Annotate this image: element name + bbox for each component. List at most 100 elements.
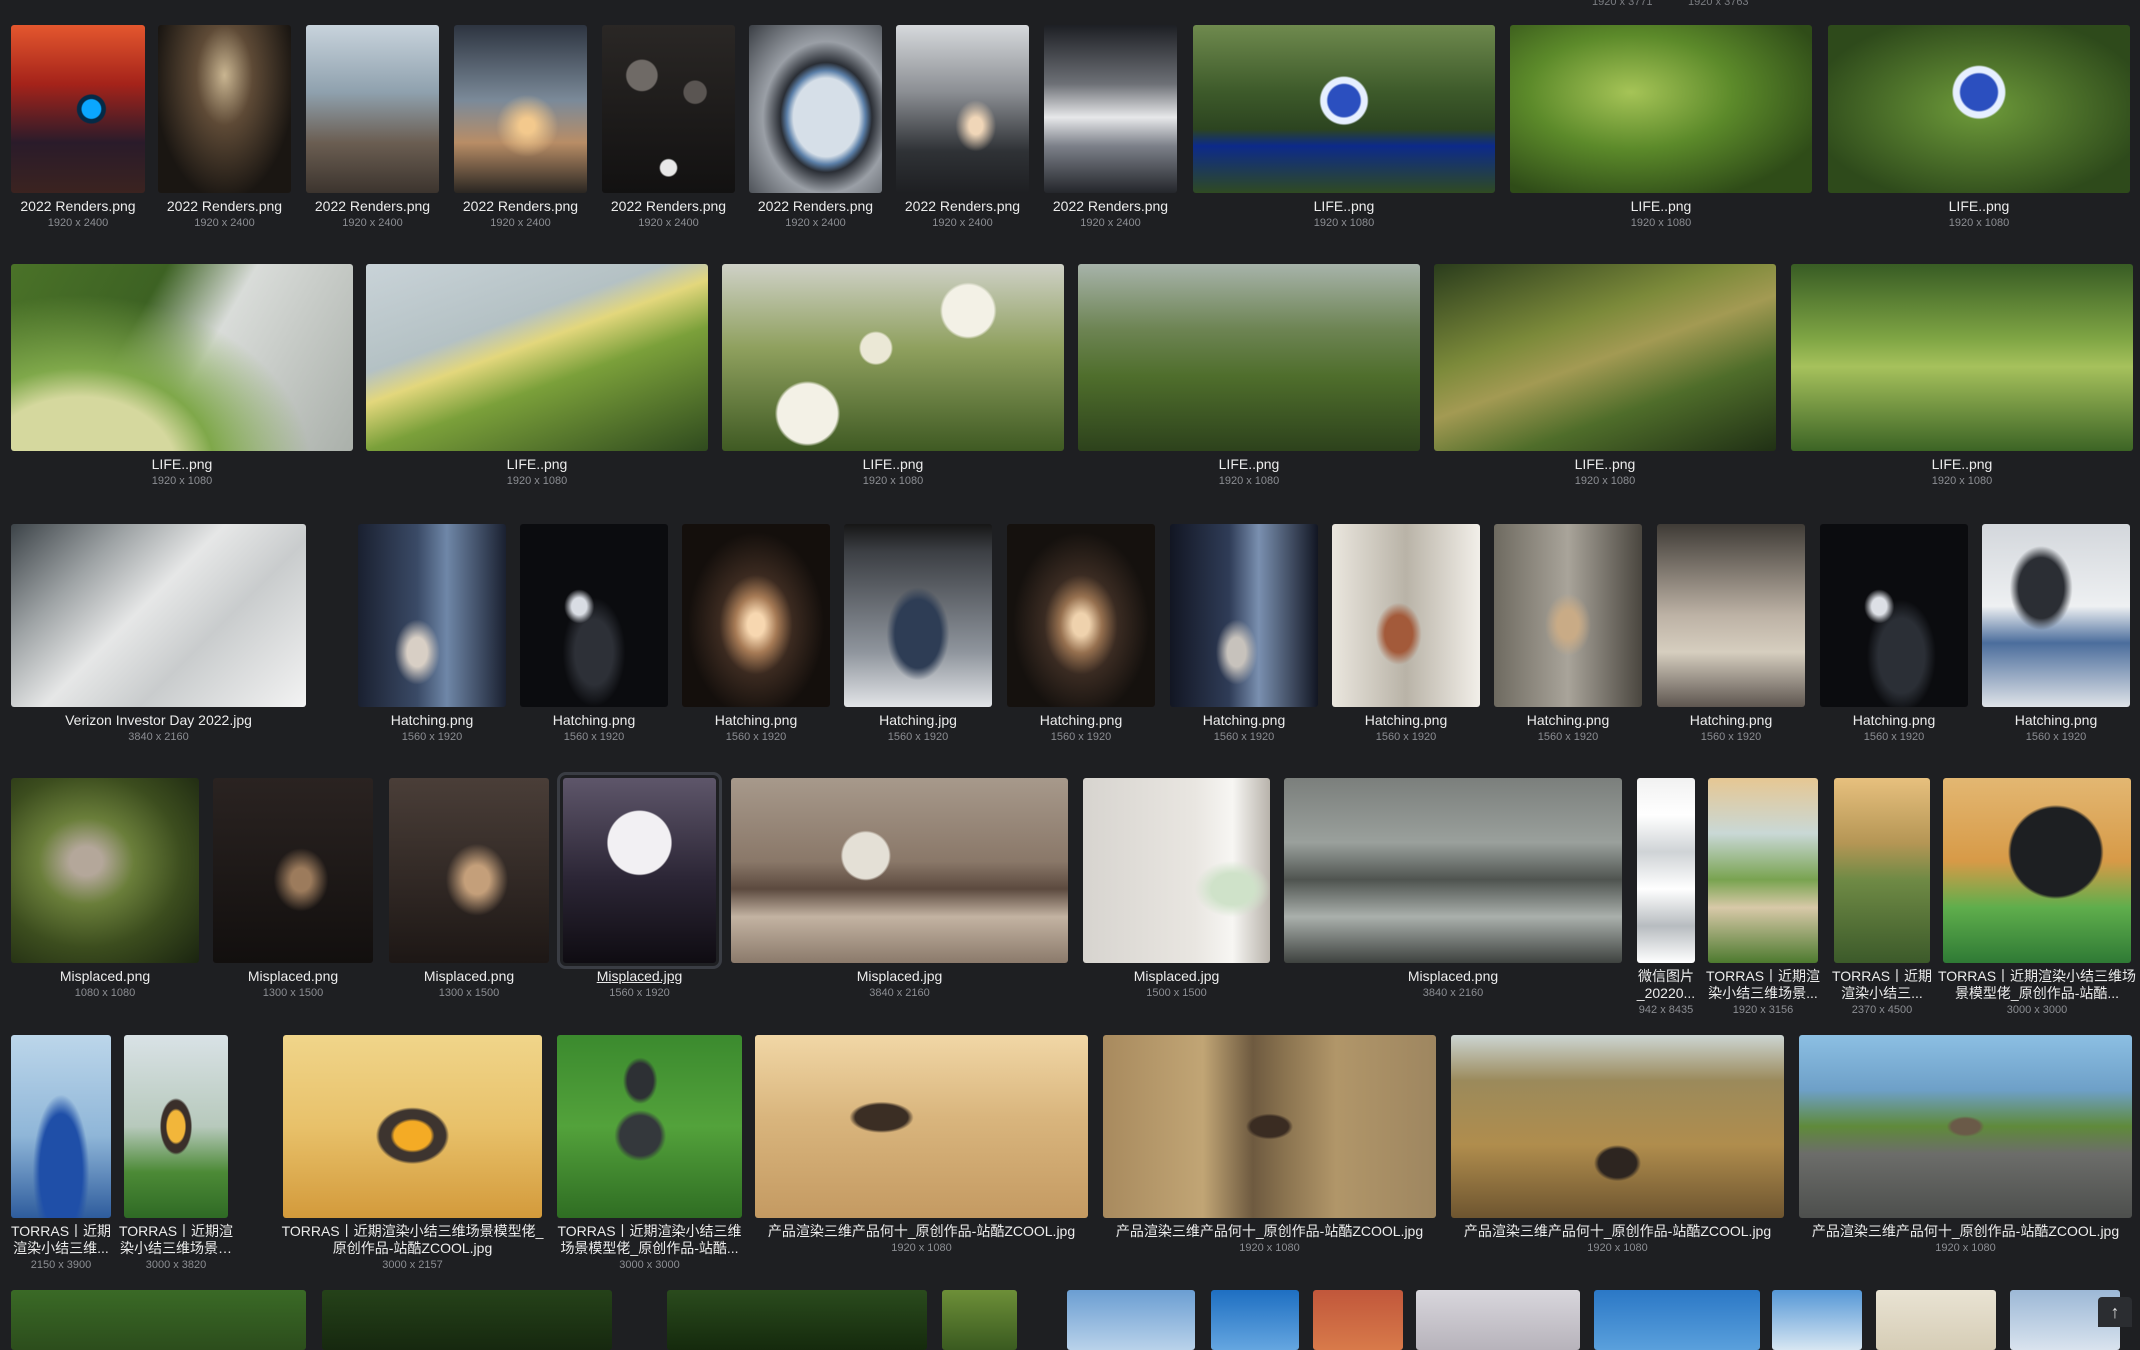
gallery-item[interactable]: Misplaced.png 3840 x 2160 xyxy=(1284,778,1622,1023)
image-thumbnail[interactable] xyxy=(1876,1290,1996,1350)
image-thumbnail[interactable] xyxy=(1943,778,2131,963)
file-name[interactable]: 产品渲染三维产品何十_原创作品-站酷ZCOOL.jpg xyxy=(749,1223,1094,1240)
gallery-item[interactable]: Hatching.png 1560 x 1920 xyxy=(682,524,830,751)
file-name[interactable]: TORRAS丨近期渲染小结三维场景模型佬_原创作品-站酷ZCOOL.jpg xyxy=(277,1223,548,1257)
gallery-item[interactable]: Misplaced.png 1080 x 1080 xyxy=(11,778,199,1023)
file-name[interactable]: TORRAS丨近期渲染小结三维... xyxy=(5,1223,117,1257)
gallery-item[interactable]: TORRAS丨近期渲染小结三... 2370 x 4500 xyxy=(1832,778,1932,1023)
gallery-item[interactable]: TORRAS丨近期渲染小结三维... 2150 x 3900 xyxy=(11,1035,111,1278)
file-name[interactable]: LIFE..png xyxy=(1072,456,1426,473)
gallery-item[interactable] xyxy=(1772,1290,1862,1350)
gallery-item[interactable]: LIFE..png 1920 x 1080 xyxy=(1791,264,2133,495)
gallery-item[interactable]: LIFE..png 1920 x 1080 xyxy=(1078,264,1420,495)
gallery-item[interactable]: Hatching.png 1560 x 1920 xyxy=(1494,524,1642,751)
image-thumbnail[interactable] xyxy=(1211,1290,1299,1350)
file-name[interactable]: Misplaced.jpg xyxy=(557,968,722,985)
gallery-item[interactable]: Misplaced.jpg 1560 x 1920 xyxy=(557,772,722,1023)
file-name[interactable]: Hatching.png xyxy=(514,712,674,729)
gallery-item[interactable]: 产品渲染三维产品何十_原创作品-站酷ZCOOL.jpg 1920 x 1080 xyxy=(755,1035,1088,1278)
file-name[interactable]: Verizon Investor Day 2022.jpg xyxy=(5,712,312,729)
gallery-item[interactable]: Hatching.png 1560 x 1920 xyxy=(1982,524,2130,751)
image-thumbnail[interactable] xyxy=(557,1035,742,1218)
gallery-item[interactable] xyxy=(1594,1290,1760,1350)
file-name[interactable]: Hatching.png xyxy=(352,712,512,729)
file-name[interactable]: LIFE..png xyxy=(1428,456,1782,473)
gallery-item[interactable]: 产品渲染三维产品何十_原创作品-站酷ZCOOL.jpg 1920 x 1080 xyxy=(1103,1035,1436,1278)
file-name[interactable]: LIFE..png xyxy=(1504,198,1818,215)
image-thumbnail[interactable] xyxy=(1772,1290,1862,1350)
image-thumbnail[interactable] xyxy=(11,25,145,193)
image-thumbnail[interactable] xyxy=(667,1290,927,1350)
image-thumbnail[interactable] xyxy=(1982,524,2130,707)
file-name[interactable]: 2022 Renders.png xyxy=(743,198,888,215)
image-thumbnail[interactable] xyxy=(1828,25,2130,193)
image-thumbnail[interactable] xyxy=(1594,1290,1760,1350)
image-thumbnail[interactable] xyxy=(11,778,199,963)
image-thumbnail[interactable] xyxy=(158,25,291,193)
image-thumbnail[interactable] xyxy=(1313,1290,1403,1350)
image-thumbnail[interactable] xyxy=(366,264,708,451)
file-name[interactable]: TORRAS丨近期渲染小结三维场景模型佬_原创作品-站酷... xyxy=(1937,968,2137,1002)
gallery-item[interactable]: Hatching.png 1560 x 1920 xyxy=(358,524,506,751)
gallery-item[interactable]: 2022 Renders.png 1920 x 2400 xyxy=(896,25,1029,237)
image-thumbnail[interactable] xyxy=(1193,25,1495,193)
file-name[interactable]: Misplaced.png xyxy=(5,968,205,985)
image-thumbnail[interactable] xyxy=(11,1290,306,1350)
image-thumbnail[interactable] xyxy=(11,524,306,707)
gallery-item[interactable]: TORRAS丨近期渲染小结三维场景模型佬_原... 3000 x 3820 xyxy=(119,1035,233,1278)
gallery-item[interactable]: Hatching.png 1560 x 1920 xyxy=(1007,524,1155,751)
image-thumbnail[interactable] xyxy=(602,25,735,193)
gallery-item[interactable]: TORRAS丨近期渲染小结三维场景模型佬_原创作品-站酷... 3000 x 30… xyxy=(1938,778,2136,1023)
gallery-item[interactable]: TORRAS丨近期渲染小结三维场景模型佬_原创作品-站酷ZCOOL.jpg 300… xyxy=(282,1035,543,1278)
gallery-item[interactable]: 2022 Renders.png 1920 x 2400 xyxy=(306,25,439,237)
image-thumbnail[interactable] xyxy=(306,25,439,193)
gallery-item[interactable]: Hatching.png 1560 x 1920 xyxy=(1170,524,1318,751)
file-name[interactable]: Misplaced.png xyxy=(1278,968,1628,985)
gallery-item[interactable]: 产品渲染三维产品何十_原创作品-站酷ZCOOL.jpg 1920 x 1080 xyxy=(1799,1035,2132,1278)
image-thumbnail[interactable] xyxy=(1083,778,1270,963)
file-name[interactable]: Misplaced.png xyxy=(383,968,555,985)
image-thumbnail[interactable] xyxy=(1799,1035,2132,1218)
file-name[interactable]: TORRAS丨近期渲染小结三维场景模型佬_原... xyxy=(118,1223,234,1257)
file-name[interactable]: Hatching.png xyxy=(1001,712,1161,729)
gallery-item[interactable]: 2022 Renders.png 1920 x 2400 xyxy=(1044,25,1177,237)
file-name[interactable]: Hatching.png xyxy=(1326,712,1486,729)
gallery-item[interactable] xyxy=(1416,1290,1580,1350)
file-name[interactable]: Misplaced.jpg xyxy=(725,968,1074,985)
gallery-item[interactable] xyxy=(942,1290,1017,1350)
file-name[interactable]: 2022 Renders.png xyxy=(152,198,297,215)
image-thumbnail[interactable] xyxy=(1103,1035,1436,1218)
gallery-item[interactable]: Hatching.png 1560 x 1920 xyxy=(1820,524,1968,751)
file-name[interactable]: LIFE..png xyxy=(1822,198,2136,215)
image-thumbnail[interactable] xyxy=(557,772,722,969)
file-name[interactable]: 2022 Renders.png xyxy=(300,198,445,215)
image-thumbnail[interactable] xyxy=(1332,524,1480,707)
image-thumbnail[interactable] xyxy=(1078,264,1420,451)
gallery-item[interactable]: Hatching.jpg 1560 x 1920 xyxy=(844,524,992,751)
gallery-item[interactable]: Misplaced.png 1300 x 1500 xyxy=(213,778,373,1023)
file-name[interactable]: 2022 Renders.png xyxy=(448,198,593,215)
gallery-item[interactable]: Hatching.png 1560 x 1920 xyxy=(1332,524,1480,751)
gallery-item[interactable]: LIFE..png 1920 x 1080 xyxy=(1193,25,1495,237)
file-name[interactable]: Hatching.png xyxy=(1164,712,1324,729)
gallery-item[interactable]: Hatching.png 1560 x 1920 xyxy=(1657,524,1805,751)
image-thumbnail[interactable] xyxy=(1416,1290,1580,1350)
gallery-item[interactable]: TORRAS丨近期渲染小结三维场景... 1920 x 3156 xyxy=(1706,778,1820,1023)
file-name[interactable]: Hatching.png xyxy=(1651,712,1811,729)
image-thumbnail[interactable] xyxy=(731,778,1068,963)
image-thumbnail[interactable] xyxy=(283,1035,542,1218)
file-name[interactable]: 产品渲染三维产品何十_原创作品-站酷ZCOOL.jpg xyxy=(1793,1223,2138,1240)
gallery-item[interactable] xyxy=(1067,1290,1195,1350)
image-thumbnail[interactable] xyxy=(844,524,992,707)
image-thumbnail[interactable] xyxy=(755,1035,1088,1218)
image-thumbnail[interactable] xyxy=(1637,778,1695,963)
image-thumbnail[interactable] xyxy=(1007,524,1155,707)
image-thumbnail[interactable] xyxy=(1708,778,1818,963)
file-name[interactable]: 2022 Renders.png xyxy=(1038,198,1183,215)
file-name[interactable]: Hatching.png xyxy=(1976,712,2136,729)
gallery-item[interactable] xyxy=(11,1290,306,1350)
gallery-item[interactable]: Misplaced.png 1300 x 1500 xyxy=(389,778,549,1023)
file-name[interactable]: Hatching.png xyxy=(1488,712,1648,729)
image-thumbnail[interactable] xyxy=(682,524,830,707)
gallery-item[interactable]: LIFE..png 1920 x 1080 xyxy=(366,264,708,495)
